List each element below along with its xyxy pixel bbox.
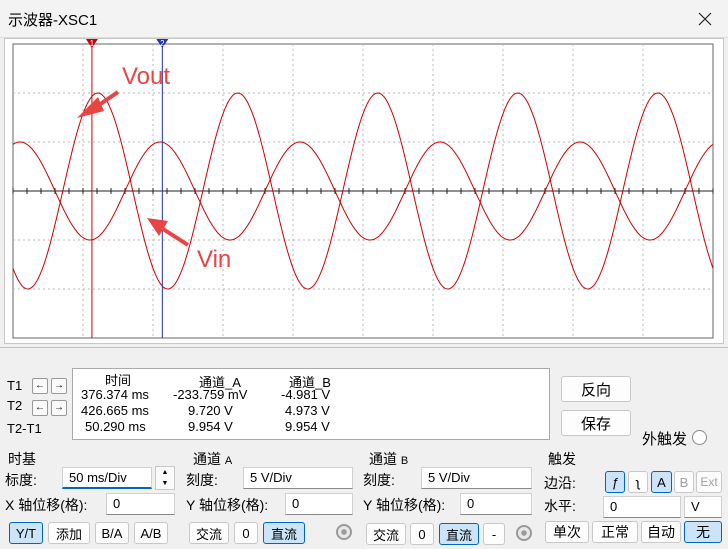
reverse-button[interactable]: 反向 (561, 376, 631, 402)
channel-a-scale-label: 刻度: (186, 472, 218, 488)
trigger-title: 触发 (548, 451, 576, 467)
channel-a-ac-button[interactable]: 交流 (189, 522, 229, 544)
trigger-rising-edge-button[interactable]: ƒ (605, 471, 625, 493)
channel-a-dc-button[interactable]: 直流 (263, 522, 305, 544)
channel-b-dc-button[interactable]: 直流 (439, 523, 479, 545)
vin-label: Vin (197, 246, 231, 273)
channel-a-zero-button[interactable]: 0 (234, 522, 258, 544)
trigger-falling-edge-button[interactable]: ʅ (628, 471, 648, 493)
t1-right-button[interactable]: → (51, 378, 67, 394)
channel-b-ypos-label: Y 轴位移(格): (363, 497, 446, 513)
channel-a-settings-icon[interactable] (336, 524, 352, 540)
diff-channel-a: 9.954 V (188, 419, 233, 434)
mode-add-button[interactable]: 添加 (48, 522, 90, 544)
trigger-source-b-button[interactable]: B (674, 471, 694, 493)
channel-b-scale-label: 刻度: (363, 472, 395, 488)
stepper-up-icon[interactable]: ▲ (156, 467, 174, 478)
close-button[interactable] (682, 0, 728, 38)
channel-b-invert-button[interactable]: - (483, 523, 505, 545)
channel-a-title-sub: A (224, 455, 233, 467)
t1-left-button[interactable]: ← (32, 378, 48, 394)
title-bar: 示波器-XSC1 (0, 0, 728, 38)
t2-channel-a: 9.720 V (188, 403, 233, 418)
channel-b-title: 通道 B (369, 449, 408, 469)
channel-b-settings-icon[interactable] (516, 525, 532, 541)
mode-ba-button[interactable]: B/A (95, 522, 129, 544)
diff-channel-b: 9.954 V (285, 419, 330, 434)
timebase-scale-stepper[interactable]: ▲ ▼ (155, 466, 175, 490)
t2-channel-b: 4.973 V (285, 403, 330, 418)
trigger-source-a-button[interactable]: A (651, 471, 672, 493)
channel-a-scale-input[interactable]: 5 V/Div (243, 467, 353, 489)
channel-b-ac-button[interactable]: 交流 (366, 523, 406, 545)
save-button[interactable]: 保存 (561, 410, 631, 436)
t1-time: 376.374 ms (81, 387, 149, 402)
t1-channel-b: -4.981 V (281, 387, 331, 402)
channel-a-title: 通道 A (193, 449, 232, 469)
timebase-title: 时基 (8, 451, 36, 467)
mode-yt-button[interactable]: Y/T (9, 522, 43, 544)
trigger-level-label: 水平: (544, 498, 576, 514)
close-icon (698, 12, 712, 26)
channel-a-title-main: 通道 (193, 451, 221, 467)
cursor-t2-label: T2 (7, 398, 23, 413)
ext-trigger-label: 外触发 (642, 431, 688, 448)
vout-label: Vout (122, 63, 170, 90)
cursor-t1-label: T1 (7, 378, 23, 393)
cursor-t1-number: 1 (90, 39, 95, 48)
channel-b-scale-input[interactable]: 5 V/Div (421, 467, 532, 489)
channel-b-zero-button[interactable]: 0 (410, 523, 434, 545)
ext-trigger-radio[interactable] (692, 430, 707, 445)
t1-channel-a: -233.759 mV (173, 387, 248, 402)
timebase-scale-input[interactable]: 50 ms/Div (62, 467, 152, 489)
trigger-source-ext-button[interactable]: Ext (696, 471, 722, 493)
t2-time: 426.665 ms (81, 403, 149, 418)
trigger-normal-button[interactable]: 正常 (592, 521, 638, 543)
diff-time: 50.290 ms (85, 419, 146, 434)
timebase-scale-label: 标度: (5, 472, 37, 488)
t2-right-button[interactable]: → (51, 400, 67, 416)
trigger-auto-button[interactable]: 自动 (641, 521, 681, 543)
channel-b-ypos-input[interactable]: 0 (460, 493, 532, 515)
scope-display: 1 2 Vout Vin (12, 39, 714, 339)
cursor-diff-label: T2-T1 (7, 421, 42, 436)
trigger-level-input[interactable]: 0 (603, 496, 681, 518)
stepper-down-icon[interactable]: ▼ (156, 478, 174, 489)
divider (0, 347, 728, 348)
x-position-label: X 轴位移(格): (5, 497, 88, 513)
trigger-none-button[interactable]: 无 (684, 521, 722, 543)
channel-b-title-main: 通道 (369, 451, 397, 467)
window-title: 示波器-XSC1 (8, 12, 98, 29)
trigger-edge-label: 边沿: (544, 475, 576, 491)
channel-a-ypos-input[interactable]: 0 (285, 493, 353, 515)
x-position-input[interactable]: 0 (106, 493, 175, 515)
trigger-level-unit[interactable]: V (684, 496, 722, 518)
trigger-single-button[interactable]: 单次 (545, 521, 589, 543)
measurement-readout: 时间 通道_A 通道_B 376.374 ms -233.759 mV -4.9… (72, 368, 550, 440)
channel-a-ypos-label: Y 轴位移(格): (186, 497, 269, 513)
channel-b-title-sub: B (400, 455, 409, 467)
mode-ab-button[interactable]: A/B (134, 522, 168, 544)
scope-screen[interactable]: 1 2 Vout Vin (4, 38, 724, 344)
cursor-t2-number: 2 (160, 39, 165, 48)
t2-left-button[interactable]: ← (32, 400, 48, 416)
